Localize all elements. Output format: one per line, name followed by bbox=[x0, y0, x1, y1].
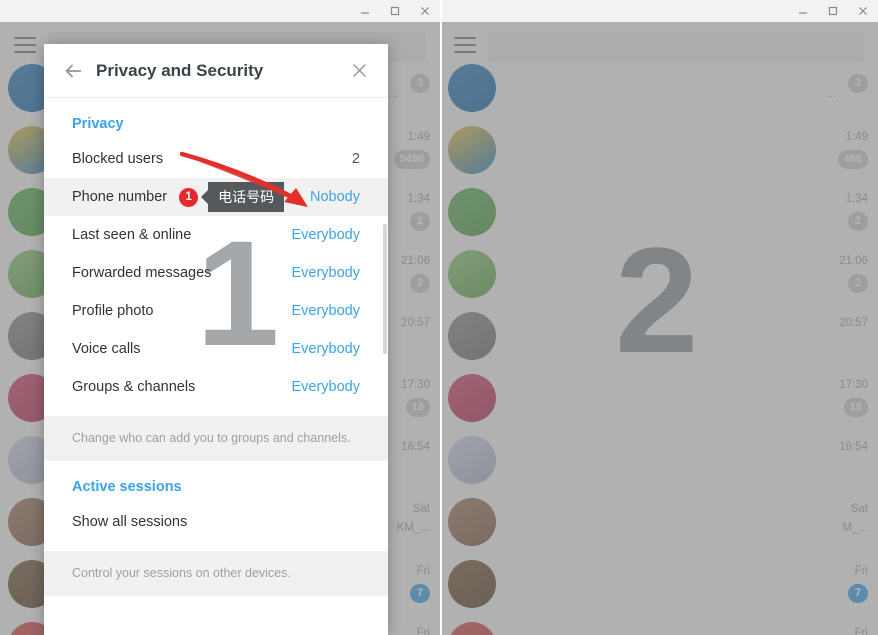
privacy-row-label: Profile photo bbox=[72, 303, 154, 319]
privacy-section-title: Privacy bbox=[72, 116, 124, 132]
privacy-row-label: Forwarded messages bbox=[72, 265, 212, 281]
privacy-row[interactable]: Forwarded messages Everybody bbox=[44, 254, 388, 292]
dialog-header: Privacy and Security bbox=[44, 44, 388, 98]
privacy-row-label: Last seen & online bbox=[72, 227, 192, 243]
close-window-icon[interactable] bbox=[410, 0, 440, 22]
close-window-icon[interactable] bbox=[848, 0, 878, 22]
right-dim-overlay bbox=[440, 22, 878, 635]
close-icon[interactable] bbox=[344, 56, 374, 86]
privacy-row[interactable]: Phone number 1 电话号码 Nobody bbox=[44, 178, 388, 216]
screen: 3e...1:4954961:34221:06220:5717:301816:5… bbox=[0, 0, 878, 635]
step-badge: 1 bbox=[179, 187, 199, 207]
annotation-tooltip: 电话号码 bbox=[208, 182, 285, 212]
minimize-icon[interactable] bbox=[350, 0, 380, 22]
privacy-row[interactable]: Groups & channels Everybody bbox=[44, 368, 388, 406]
privacy-row[interactable]: Voice calls Everybody bbox=[44, 330, 388, 368]
privacy-row-value: Everybody bbox=[291, 341, 360, 357]
privacy-row-value: Everybody bbox=[291, 265, 360, 281]
sessions-section: Active sessions Show all sessions bbox=[44, 461, 388, 551]
privacy-row[interactable]: Last seen & online Everybody bbox=[44, 216, 388, 254]
privacy-row-label: Groups & channels bbox=[72, 379, 196, 395]
privacy-row-value: Nobody bbox=[310, 189, 360, 205]
minimize-icon[interactable] bbox=[788, 0, 818, 22]
right-titlebar bbox=[440, 0, 878, 22]
page-title: Privacy and Security bbox=[96, 60, 264, 80]
privacy-row-label: Voice calls bbox=[72, 341, 141, 357]
privacy-section: Privacy Blocked users 2 Phone number 1 电话号码 N… bbox=[44, 98, 388, 416]
dialog-scrollbar[interactable] bbox=[383, 224, 387, 354]
privacy-row[interactable]: Blocked users 2 bbox=[44, 140, 388, 178]
groups-note: Change who can add you to groups and cha… bbox=[44, 416, 388, 461]
privacy-row-label: Phone number bbox=[72, 189, 168, 205]
privacy-row-value: 2 bbox=[351, 151, 360, 167]
sessions-note: Control your sessions on other devices. bbox=[44, 551, 388, 596]
show-all-sessions-row[interactable]: Show all sessions bbox=[44, 503, 388, 541]
maximize-icon[interactable] bbox=[818, 0, 848, 22]
left-titlebar bbox=[0, 0, 440, 22]
privacy-row-value: Everybody bbox=[291, 227, 360, 243]
privacy-rows: Blocked users 2 Phone number 1 电话号码 Nobody Las… bbox=[44, 140, 388, 406]
left-window: 3e...1:4954961:34221:06220:5717:301816:5… bbox=[0, 0, 440, 635]
show-all-sessions-label: Show all sessions bbox=[72, 514, 188, 530]
active-sessions-title[interactable]: Active sessions bbox=[44, 467, 388, 503]
right-window: 3...1:494961:34221:06220:5717:301816:54S… bbox=[440, 0, 878, 635]
privacy-row-value: Everybody bbox=[291, 303, 360, 319]
privacy-row-value: Everybody bbox=[291, 379, 360, 395]
privacy-row-label: Blocked users bbox=[72, 151, 164, 167]
privacy-security-dialog: Privacy and Security Privacy Blocked use… bbox=[44, 44, 388, 635]
maximize-icon[interactable] bbox=[380, 0, 410, 22]
privacy-row[interactable]: Profile photo Everybody bbox=[44, 292, 388, 330]
back-icon[interactable] bbox=[58, 56, 88, 86]
